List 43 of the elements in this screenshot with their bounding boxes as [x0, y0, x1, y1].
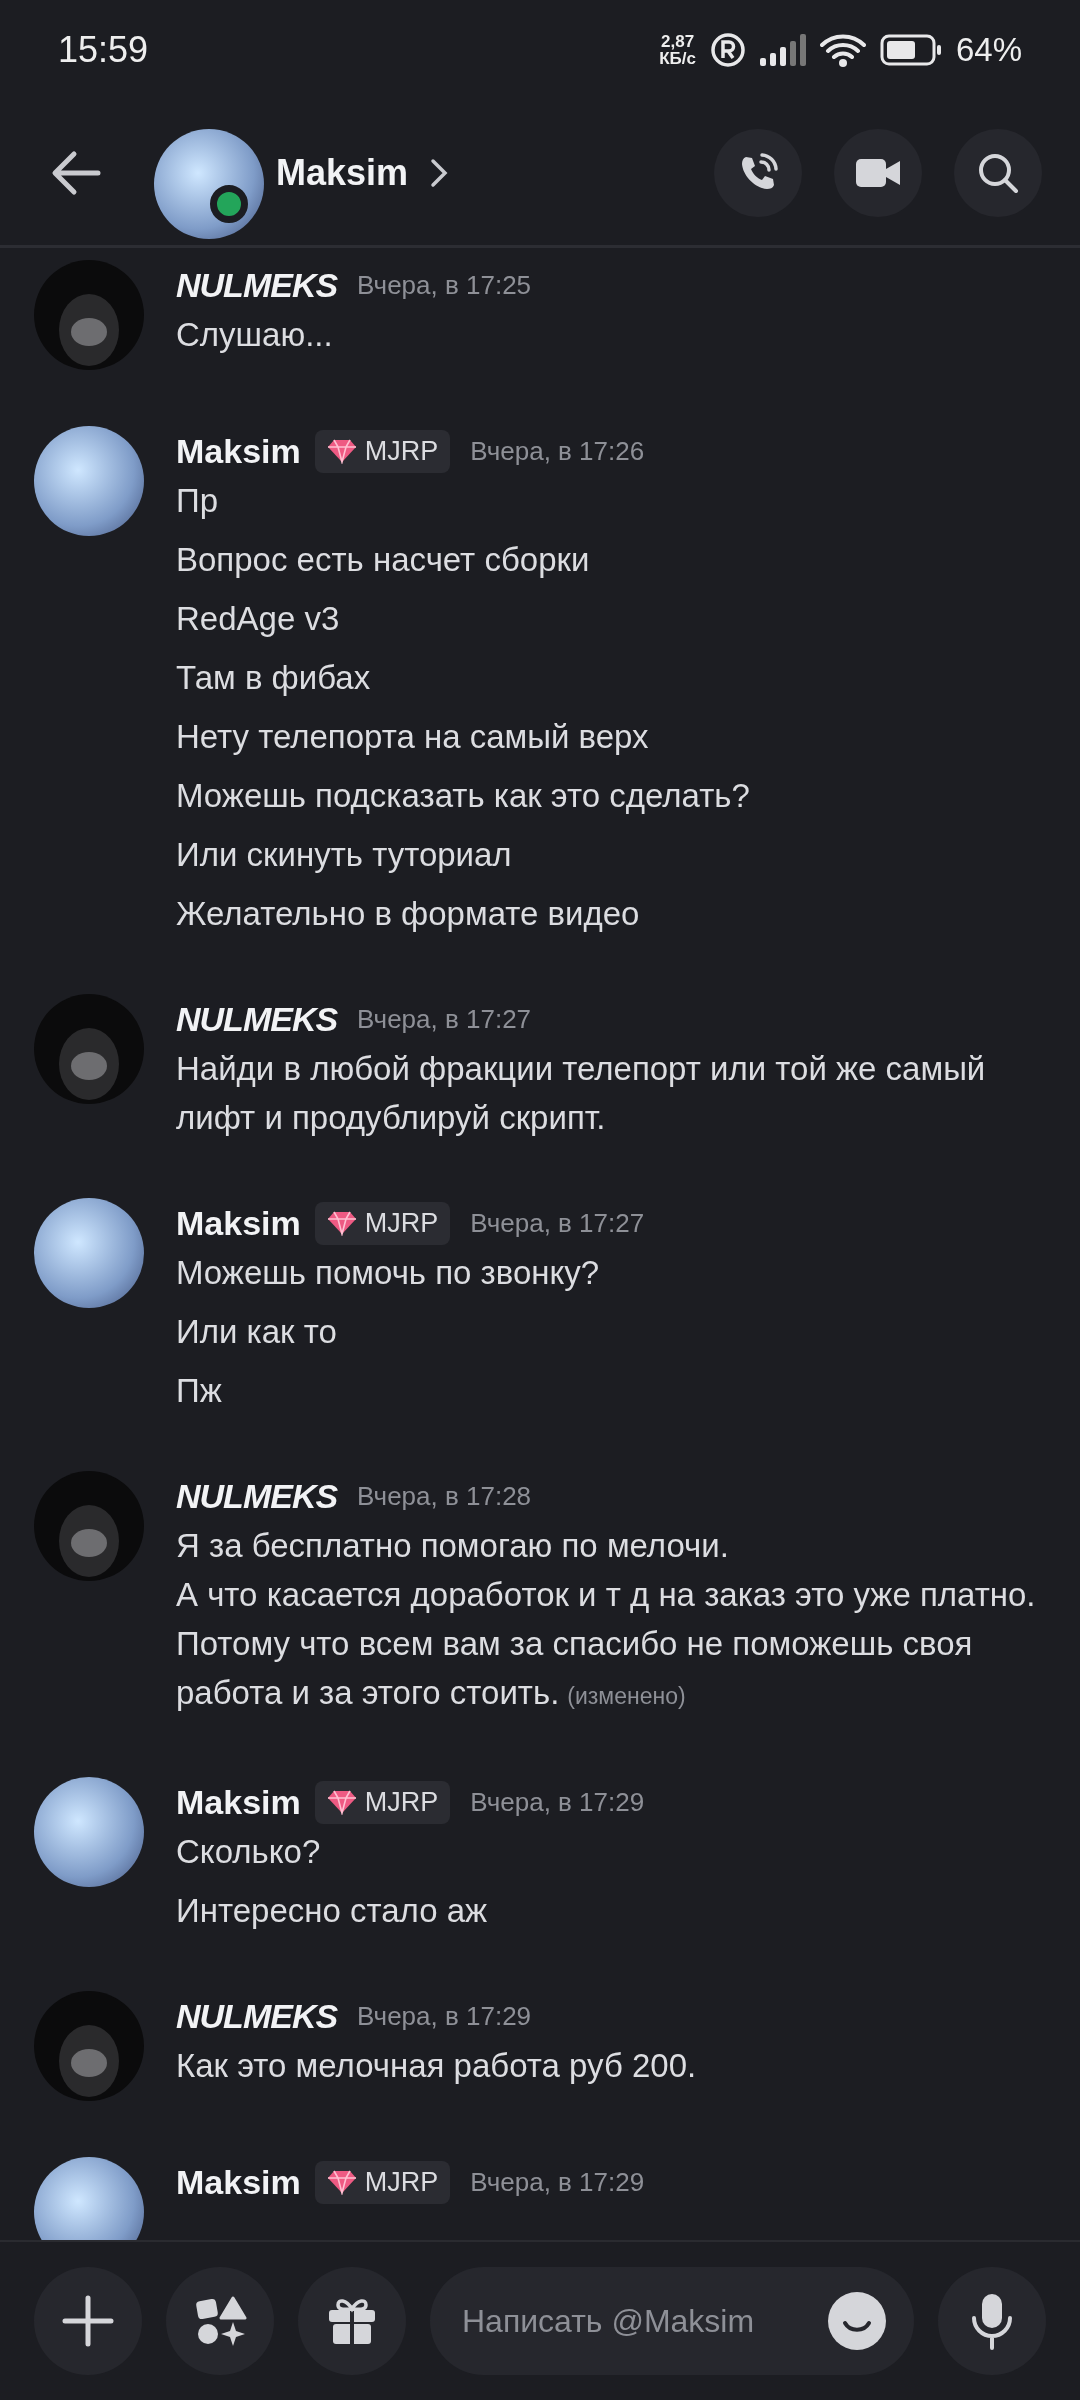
message-time: Вчера, в 17:26 [470, 435, 645, 467]
server-tag[interactable]: MJRP [314, 1780, 451, 1824]
author-name[interactable]: Maksim [176, 2162, 301, 2202]
message-time: Вчера, в 17:27 [357, 1003, 532, 1035]
battery-percent: 64% [955, 31, 1022, 69]
network-speed: 2,87 [661, 33, 695, 50]
message-text: Пр [176, 481, 220, 521]
message-text: Я за бесплатно помогаю по мелочи. А что касается доработок и т д на заказ это уже платно. Потому что всем вам за спасибо не поможешь своя работа и за этого стоить. (изменено) [176, 1526, 1037, 1713]
message-text: Или скинуть туториал [176, 835, 513, 875]
message-text: Интересно стало аж [176, 1891, 489, 1931]
message-time: Вчера, в 17:29 [470, 1786, 645, 1818]
message-text: Найди в любой фракции телепорт или той же самый лифт и продублируй скрипт. [176, 1049, 987, 1138]
message-text: Слушаю... [176, 315, 334, 355]
message-text: Или как то [176, 1312, 338, 1352]
message-time: Вчера, в 17:29 [357, 2000, 532, 2032]
network-speed-unit: КБ/с [659, 50, 696, 67]
message-time: Вчера, в 17:28 [357, 1480, 532, 1512]
status-time: 15:59 [58, 29, 149, 71]
author-name[interactable]: Maksim [176, 431, 301, 471]
message-text: Там в фибах [176, 658, 372, 698]
message-input-field[interactable]: Написать @Maksim [430, 2267, 914, 2375]
author-name[interactable]: Maksim [176, 1782, 301, 1822]
author-name[interactable]: NULMEKS [176, 1476, 338, 1516]
message-text: Вопрос есть насчет сборки [176, 540, 591, 580]
message-text: Можешь помочь по звонку? [176, 1253, 601, 1293]
author-name[interactable]: NULMEKS [176, 265, 338, 305]
message-text: Можешь подсказать как это сделать? [176, 776, 751, 816]
author-name[interactable]: NULMEKS [176, 1996, 338, 2036]
message-text: RedAge v3 [176, 599, 341, 639]
message-time: Вчера, в 17:25 [357, 269, 532, 301]
message-text: Как это мелочная работа руб 200. [176, 2046, 698, 2086]
message-text: Нету телепорта на самый верх [176, 717, 650, 757]
author-name[interactable]: Maksim [176, 1203, 301, 1243]
server-tag[interactable]: MJRP [314, 1201, 451, 1245]
server-tag[interactable]: MJRP [314, 429, 451, 473]
contact-name[interactable]: Maksim [276, 151, 409, 194]
message-time: Вчера, в 17:29 [470, 2166, 645, 2198]
message-text: Сколько? [176, 1832, 322, 1872]
message-text: Желательно в формате видео [176, 894, 641, 934]
message-time: Вчера, в 17:27 [470, 1207, 645, 1239]
author-name[interactable]: NULMEKS [176, 999, 338, 1039]
server-tag[interactable]: MJRP [314, 2160, 451, 2204]
message-text: Пж [176, 1371, 223, 1411]
